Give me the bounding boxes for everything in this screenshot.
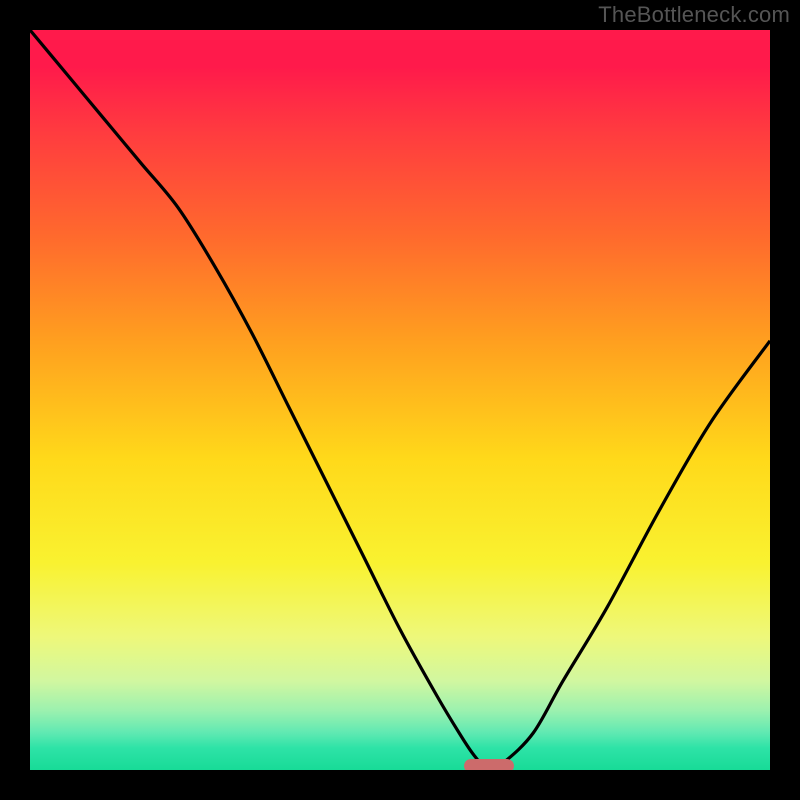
attribution-label: TheBottleneck.com	[598, 2, 790, 28]
optimal-marker	[464, 759, 514, 770]
plot-area	[30, 30, 770, 770]
chart-frame: TheBottleneck.com	[0, 0, 800, 800]
bottleneck-curve	[30, 30, 770, 770]
